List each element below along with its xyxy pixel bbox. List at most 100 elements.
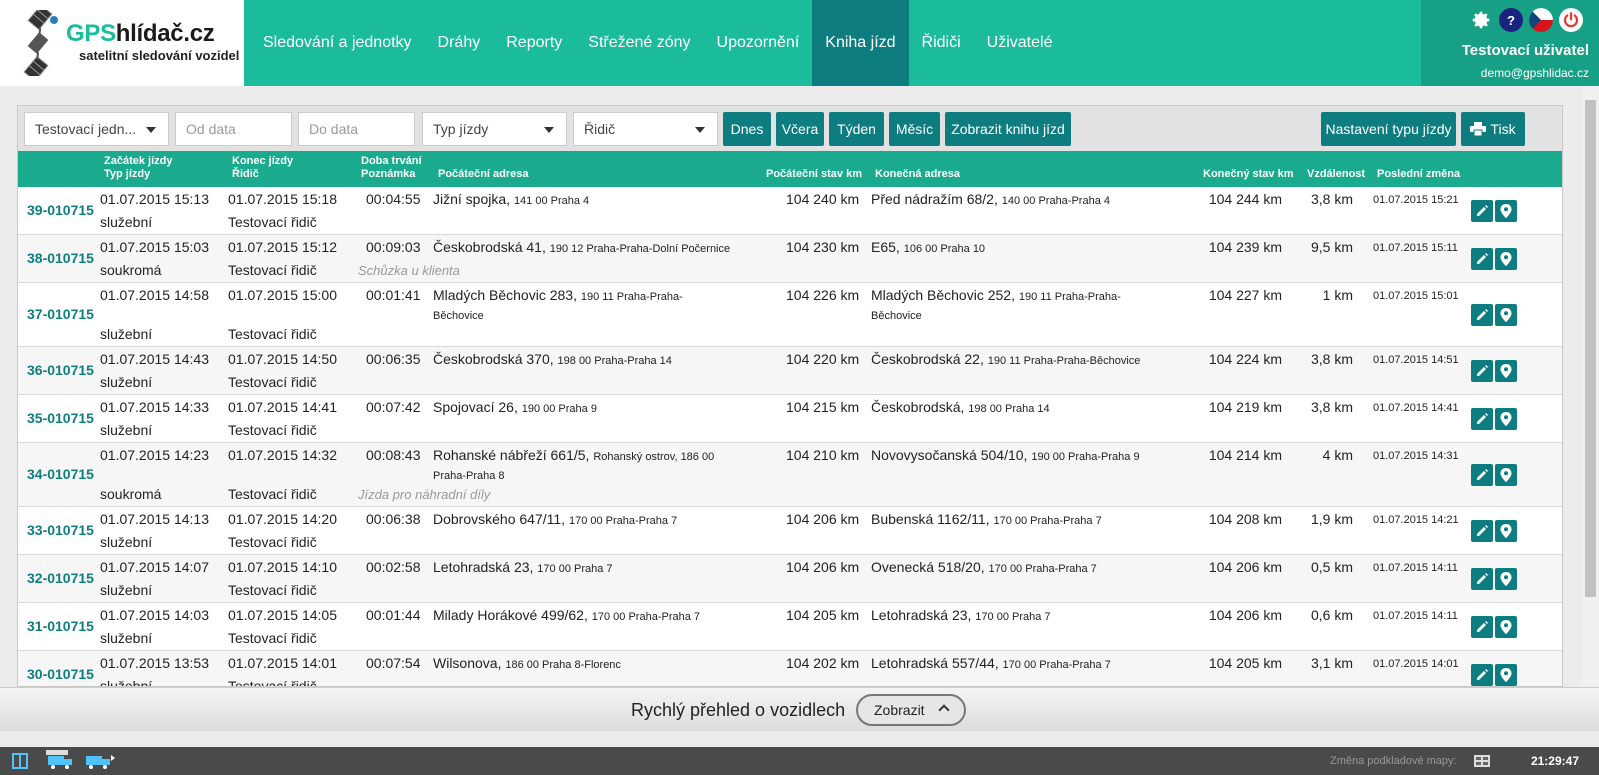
table-row[interactable]: 33-010715 01.07.2015 14:13 služební 01.07.2…: [18, 507, 1562, 555]
trip-start: 01.07.2015 14:13: [100, 511, 209, 527]
help-icon[interactable]: ?: [1499, 8, 1523, 32]
trip-id-link[interactable]: 34-010715: [27, 466, 94, 482]
distance: 3,8 km: [1310, 191, 1353, 207]
end-km: 104 206 km: [1208, 559, 1282, 575]
edit-button[interactable]: [1471, 200, 1493, 222]
week-button[interactable]: Týden: [829, 112, 884, 146]
col-start-address[interactable]: Počáteční adresa: [438, 168, 529, 181]
trip-id-link[interactable]: 36-010715: [27, 362, 94, 378]
trip-duration: 00:08:43: [366, 447, 421, 463]
trip-id-link[interactable]: 39-010715: [27, 202, 94, 218]
edit-button[interactable]: [1471, 520, 1493, 542]
nav-tracking[interactable]: Sledování a jednotky: [250, 0, 425, 86]
user-name: Testovací uživatel: [1461, 42, 1589, 59]
show-on-map-button[interactable]: [1495, 664, 1517, 686]
col-start[interactable]: Začátek jízdy Typ jízdy: [104, 155, 172, 181]
nav-reports[interactable]: Reporty: [493, 0, 575, 86]
czech-flag-icon[interactable]: [1529, 8, 1553, 32]
trip-id-link[interactable]: 32-010715: [27, 570, 94, 586]
nav-routes[interactable]: Dráhy: [425, 0, 494, 86]
scrollbar-thumb[interactable]: [1585, 100, 1596, 597]
trip-id-link[interactable]: 37-010715: [27, 306, 94, 322]
logout-icon[interactable]: [1559, 8, 1583, 32]
logo[interactable]: GPShlídač.cz satelitní sledování vozidel: [0, 0, 244, 86]
nav-zones[interactable]: Střežené zóny: [575, 0, 703, 86]
table-row[interactable]: 37-010715 01.07.2015 14:58 služební 01.07.2…: [18, 283, 1562, 347]
trip-type-select[interactable]: Typ jízdy: [422, 112, 567, 146]
edit-button[interactable]: [1471, 248, 1493, 270]
show-on-map-button[interactable]: [1495, 248, 1517, 270]
edit-button[interactable]: [1471, 568, 1493, 590]
gear-icon[interactable]: [1469, 8, 1493, 32]
col-end[interactable]: Konec jízdy Řidič: [232, 155, 293, 181]
trip-type: soukromá: [100, 486, 162, 502]
col-distance[interactable]: Vzdálenost: [1307, 168, 1365, 181]
trip-id-link[interactable]: 30-010715: [27, 666, 94, 682]
last-change: 01.07.2015 14:41: [1373, 402, 1459, 414]
date-from-input[interactable]: Od data: [175, 112, 292, 146]
map-layer-icon[interactable]: [1474, 755, 1490, 767]
edit-button[interactable]: [1471, 408, 1493, 430]
vehicle-select[interactable]: Testovací jedn...: [24, 112, 169, 146]
table-row[interactable]: 31-010715 01.07.2015 14:03 služební 01.07.2…: [18, 603, 1562, 651]
edit-button[interactable]: [1471, 464, 1493, 486]
quick-overview-show-button[interactable]: Zobrazit: [856, 694, 966, 726]
nav-logbook[interactable]: Kniha jízd: [812, 0, 909, 86]
show-on-map-button[interactable]: [1495, 200, 1517, 222]
trip-note: Jízda pro náhradní díly: [358, 487, 491, 502]
table-row[interactable]: 30-010715 01.07.2015 13:53 služební 01.07.2…: [18, 651, 1562, 686]
end-address: Před nádražím 68/2, 140 00 Praha-Praha 4: [871, 191, 1110, 207]
driver-select[interactable]: Řidič: [573, 112, 718, 146]
today-button[interactable]: Dnes: [723, 112, 771, 146]
edit-button[interactable]: [1471, 664, 1493, 686]
start-address: Wilsonova, 186 00 Praha 8-Florenc: [433, 655, 621, 671]
start-km: 104 206 km: [786, 559, 860, 575]
show-on-map-button[interactable]: [1495, 360, 1517, 382]
show-on-map-button[interactable]: [1495, 520, 1517, 542]
show-on-map-button[interactable]: [1495, 568, 1517, 590]
panel-toggle-icon[interactable]: [12, 753, 28, 769]
scrollbar[interactable]: [1582, 86, 1599, 686]
show-on-map-button[interactable]: [1495, 464, 1517, 486]
trip-driver: Testovací řidič: [228, 534, 317, 550]
month-button[interactable]: Měsíc: [889, 112, 940, 146]
trip-type-settings-button[interactable]: Nastavení typu jízdy: [1321, 112, 1456, 146]
col-start-km[interactable]: Počáteční stav km: [766, 168, 862, 181]
print-button[interactable]: Tisk: [1461, 112, 1525, 146]
col-end-address[interactable]: Konečná adresa: [875, 168, 960, 181]
truck-name-icon[interactable]: [46, 750, 78, 770]
table-row[interactable]: 36-010715 01.07.2015 14:43 služební 01.07.2…: [18, 347, 1562, 395]
truck-move-icon[interactable]: [84, 751, 116, 771]
distance: 3,1 km: [1310, 655, 1353, 671]
col-duration[interactable]: Doba trvání Poznámka: [361, 155, 422, 181]
trip-duration: 00:02:58: [366, 559, 421, 575]
show-on-map-button[interactable]: [1495, 304, 1517, 326]
edit-button[interactable]: [1471, 616, 1493, 638]
col-last-change[interactable]: Poslední změna: [1377, 168, 1460, 181]
last-change: 01.07.2015 14:51: [1373, 354, 1459, 366]
show-on-map-button[interactable]: [1495, 616, 1517, 638]
edit-button[interactable]: [1471, 304, 1493, 326]
table-row[interactable]: 32-010715 01.07.2015 14:07 služební 01.07.2…: [18, 555, 1562, 603]
trip-id-link[interactable]: 31-010715: [27, 618, 94, 634]
nav-users[interactable]: Uživatelé: [974, 0, 1066, 86]
edit-button[interactable]: [1471, 360, 1493, 382]
col-end-km[interactable]: Konečný stav km: [1203, 168, 1293, 181]
table-row[interactable]: 38-010715 01.07.2015 15:03 soukromá 01.07.2…: [18, 235, 1562, 283]
trip-id-link[interactable]: 35-010715: [27, 410, 94, 426]
chevron-down-icon: [695, 127, 705, 133]
trip-driver: Testovací řidič: [228, 214, 317, 230]
yesterday-button[interactable]: Včera: [776, 112, 824, 146]
date-to-input[interactable]: Do data: [298, 112, 415, 146]
trip-id-link[interactable]: 33-010715: [27, 522, 94, 538]
show-logbook-button[interactable]: Zobrazit knihu jízd: [945, 112, 1071, 146]
nav-alerts[interactable]: Upozornění: [704, 0, 813, 86]
table-row[interactable]: 35-010715 01.07.2015 14:33 služební 01.07.2…: [18, 395, 1562, 443]
trips-table: 39-010715 01.07.2015 15:13 služební 01.07.2…: [18, 187, 1562, 686]
end-km: 104 227 km: [1208, 287, 1282, 303]
nav-drivers[interactable]: Řidiči: [909, 0, 974, 86]
table-row[interactable]: 34-010715 01.07.2015 14:23 soukromá 01.07.2…: [18, 443, 1562, 507]
table-row[interactable]: 39-010715 01.07.2015 15:13 služební 01.07.2…: [18, 187, 1562, 235]
trip-id-link[interactable]: 38-010715: [27, 250, 94, 266]
show-on-map-button[interactable]: [1495, 408, 1517, 430]
